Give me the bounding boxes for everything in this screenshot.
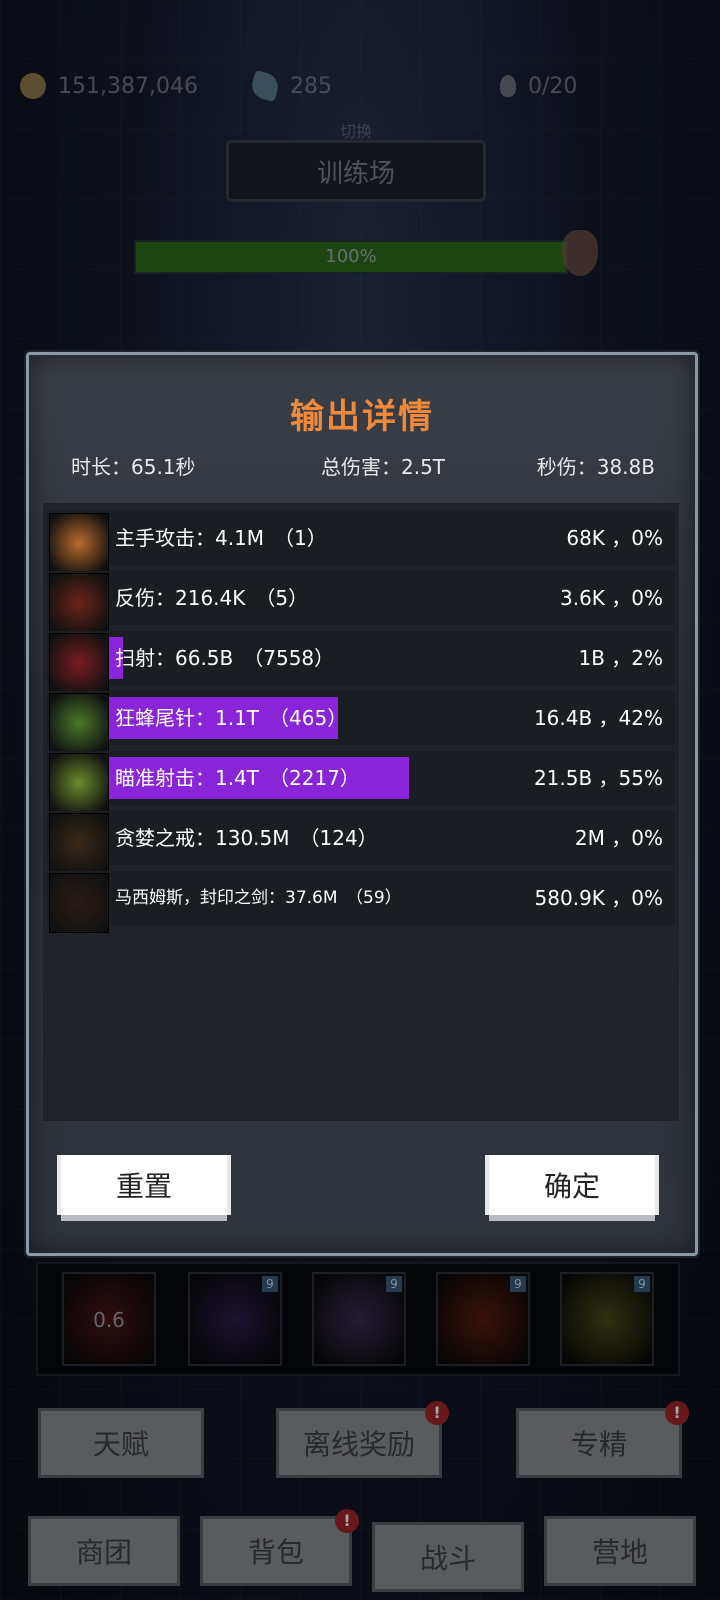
duration-text: 时长：65.1秒	[71, 455, 196, 479]
confirm-button[interactable]: 确定	[489, 1155, 655, 1215]
damage-dps-share: 16.4B ，42%	[533, 706, 663, 730]
total-damage-text: 总伤害：2.5T	[321, 455, 446, 479]
damage-source-label: 扫射：66.5B （7558）	[115, 646, 335, 670]
damage-dps-share: 68K ，0%	[566, 526, 663, 550]
skill-icon	[49, 693, 109, 753]
damage-list[interactable]: 主手攻击：4.1M （1） 68K ，0% 反伤：216.4K （5） 3.6K ，0…	[43, 503, 679, 1121]
skill-icon	[49, 513, 109, 573]
reset-button[interactable]: 重置	[61, 1155, 227, 1215]
summary-stats: 时长：65.1秒 总伤害：2.5T 秒伤：38.8B	[71, 451, 655, 491]
damage-detail-dialog: 输出详情 时长：65.1秒 总伤害：2.5T 秒伤：38.8B 主手攻击：4.1…	[26, 352, 698, 1256]
damage-row: 狂蜂尾针：1.1T （465） 16.4B ，42%	[47, 691, 675, 753]
dialog-title: 输出详情	[290, 397, 434, 437]
damage-dps-share: 580.9K ，0%	[534, 886, 663, 910]
damage-dps-share: 21.5B ，55%	[533, 766, 663, 790]
damage-row: 主手攻击：4.1M （1） 68K ，0%	[47, 511, 675, 573]
skill-icon	[49, 633, 109, 693]
damage-row: 瞄准射击：1.4T （2217） 21.5B ，55%	[47, 751, 675, 813]
skill-icon	[49, 573, 109, 633]
damage-source-label: 瞄准射击：1.4T （2217）	[115, 766, 360, 790]
damage-dps-share: 2M ，0%	[574, 826, 663, 850]
damage-row: 贪婪之戒：130.5M （124） 2M ，0%	[47, 811, 675, 873]
skill-icon	[49, 873, 109, 933]
damage-dps-share: 1B ，2%	[578, 646, 663, 670]
skill-icon	[49, 813, 109, 873]
dps-text: 秒伤：38.8B	[536, 455, 655, 479]
damage-source-label: 狂蜂尾针：1.1T （465）	[115, 706, 348, 730]
damage-dps-share: 3.6K ，0%	[559, 586, 663, 610]
damage-row: 反伤：216.4K （5） 3.6K ，0%	[47, 571, 675, 633]
damage-source-label: 主手攻击：4.1M （1）	[115, 526, 327, 550]
skill-icon	[49, 753, 109, 813]
damage-row: 马西姆斯，封印之剑：37.6M （59） 580.9K ，0%	[47, 871, 675, 933]
damage-source-label: 反伤：216.4K （5）	[115, 586, 309, 610]
damage-row: 扫射：66.5B （7558） 1B ，2%	[47, 631, 675, 693]
damage-source-label: 贪婪之戒：130.5M （124）	[115, 826, 378, 850]
damage-source-label: 马西姆斯，封印之剑：37.6M （59）	[115, 888, 402, 908]
